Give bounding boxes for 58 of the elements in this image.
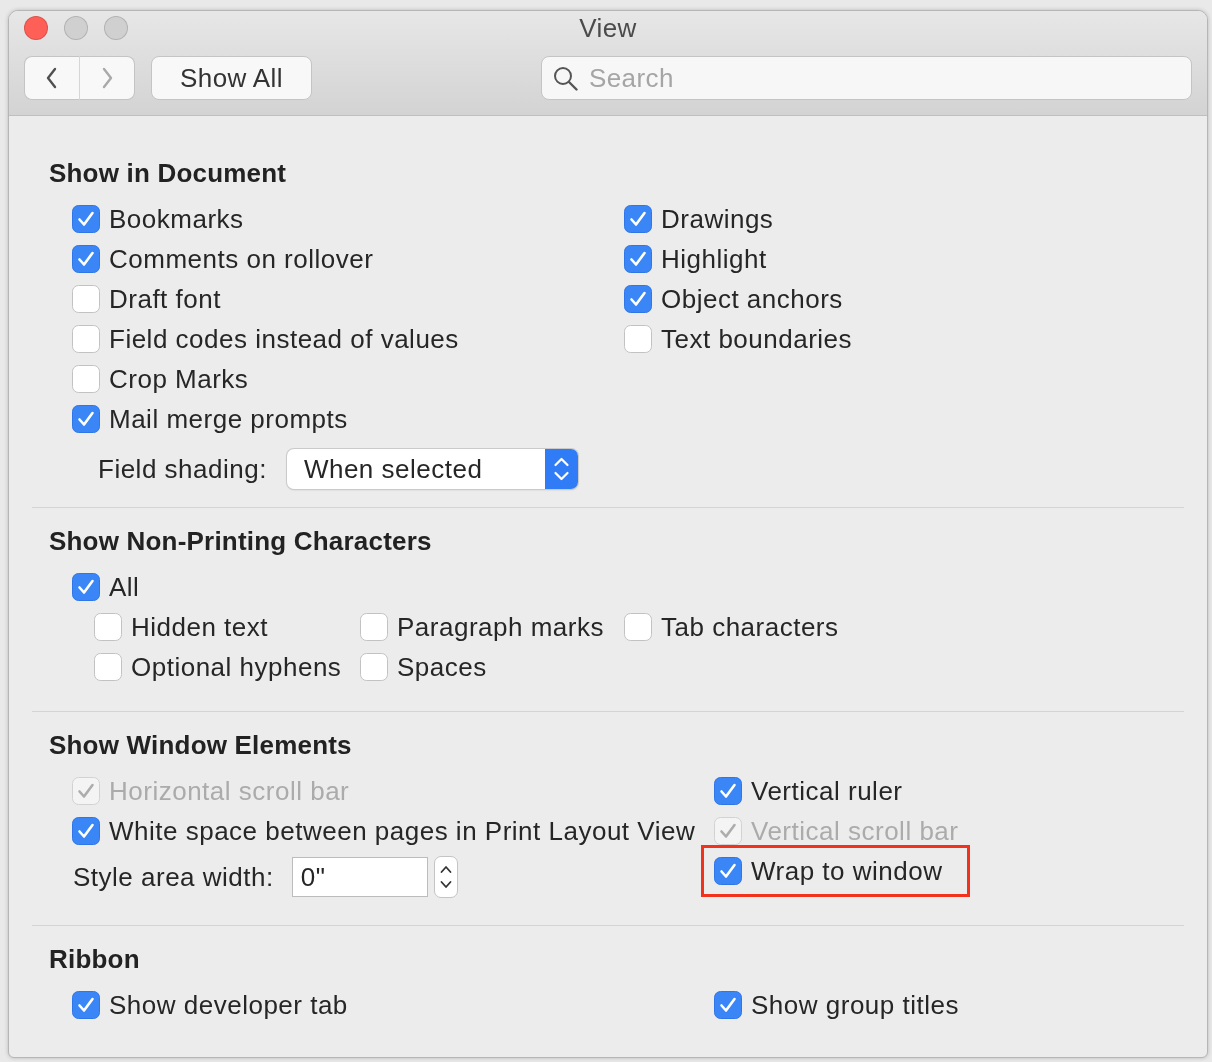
checkbox-label[interactable]: Crop Marks: [109, 363, 249, 395]
checkbox[interactable]: [714, 991, 742, 1019]
checkbox[interactable]: [72, 991, 100, 1019]
stepper-button[interactable]: [433, 856, 458, 898]
section-heading: Ribbon: [49, 943, 140, 975]
checkbox-label[interactable]: Highlight: [661, 243, 767, 275]
close-button[interactable]: [24, 16, 48, 40]
checkbox[interactable]: [94, 613, 122, 641]
checkbox-label[interactable]: Vertical ruler: [751, 775, 903, 807]
checkbox-label[interactable]: Show developer tab: [109, 989, 348, 1021]
field-label: Style area width:: [73, 861, 274, 893]
checkbox-label[interactable]: Draft font: [109, 283, 221, 315]
checkbox[interactable]: [624, 325, 652, 353]
window-title: View: [579, 12, 637, 44]
checkbox-label[interactable]: All: [109, 571, 140, 603]
checkbox-label[interactable]: Wrap to window: [751, 855, 943, 887]
input-field[interactable]: 0": [291, 857, 428, 897]
checkbox[interactable]: [624, 285, 652, 313]
checkbox-label[interactable]: Object anchors: [661, 283, 843, 315]
checkbox[interactable]: [72, 245, 100, 273]
back-button[interactable]: [24, 56, 80, 100]
checkbox[interactable]: [72, 365, 100, 393]
checkbox-label[interactable]: Comments on rollover: [109, 243, 374, 275]
search-field[interactable]: Search: [541, 56, 1192, 100]
checkbox-label[interactable]: Text boundaries: [661, 323, 853, 355]
checkbox[interactable]: [72, 285, 100, 313]
checkbox[interactable]: [360, 653, 388, 681]
checkbox-label[interactable]: Paragraph marks: [397, 611, 604, 643]
checkbox-label[interactable]: Drawings: [661, 203, 774, 235]
checkbox-label[interactable]: Hidden text: [131, 611, 269, 643]
checkbox-label[interactable]: White space between pages in Print Layout View: [109, 815, 696, 847]
checkbox[interactable]: [714, 777, 742, 805]
checkbox[interactable]: [360, 613, 388, 641]
checkbox-label[interactable]: Optional hyphens: [131, 651, 342, 683]
checkbox[interactable]: [72, 817, 100, 845]
checkbox[interactable]: [624, 613, 652, 641]
field-label: Field shading:: [98, 453, 267, 485]
checkbox-label[interactable]: Show group titles: [751, 989, 959, 1021]
section-heading: Show Non-Printing Characters: [49, 525, 432, 557]
checkbox-label[interactable]: Field codes instead of values: [109, 323, 459, 355]
checkbox[interactable]: [624, 245, 652, 273]
checkbox[interactable]: [714, 857, 742, 885]
checkbox-label[interactable]: Bookmarks: [109, 203, 244, 235]
checkbox[interactable]: [94, 653, 122, 681]
section-heading: Show in Document: [49, 157, 287, 189]
checkbox[interactable]: [72, 325, 100, 353]
show-all-button[interactable]: Show All: [151, 56, 312, 100]
checkbox[interactable]: [72, 405, 100, 433]
checkbox-label[interactable]: Spaces: [397, 651, 487, 683]
updown-chevron-icon: [544, 449, 578, 489]
checkbox[interactable]: [72, 205, 100, 233]
checkbox-label[interactable]: Mail merge prompts: [109, 403, 348, 435]
checkbox[interactable]: [624, 205, 652, 233]
checkbox[interactable]: [72, 573, 100, 601]
section-heading: Show Window Elements: [49, 729, 352, 761]
search-icon: [553, 66, 578, 91]
checkbox-label[interactable]: Tab characters: [661, 611, 839, 643]
dropdown[interactable]: When selected: [286, 449, 578, 489]
